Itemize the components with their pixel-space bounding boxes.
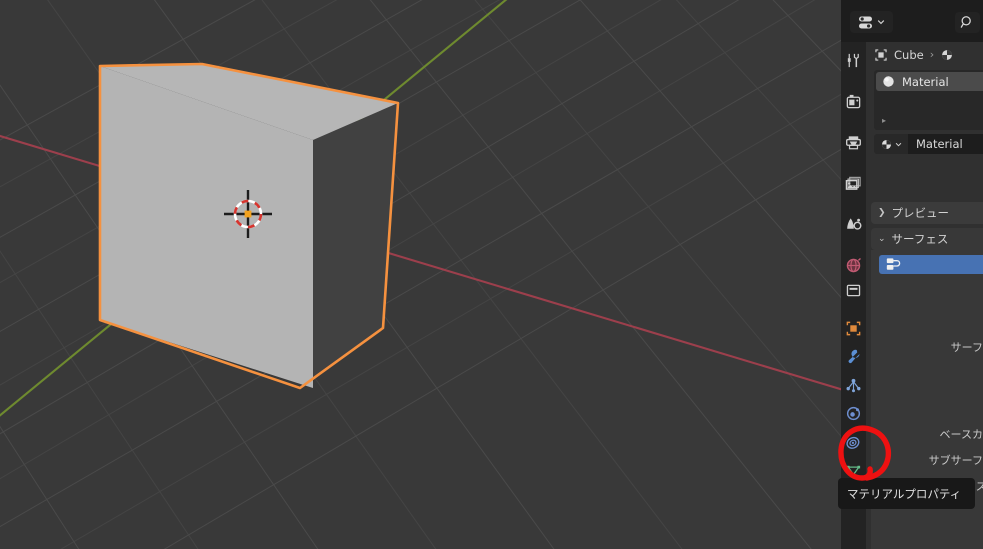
printer-icon <box>846 135 861 149</box>
tooltip-material-properties: マテリアルプロパティ <box>838 478 975 509</box>
chevron-down-icon: ⌄ <box>878 234 886 244</box>
modifier-tab[interactable] <box>841 342 866 370</box>
tool-icon <box>847 53 859 67</box>
properties-header <box>841 0 983 42</box>
label-subsurface: サブサーフェス <box>928 454 983 467</box>
label-surface: サーフェス <box>950 341 983 354</box>
material-sphere-icon <box>942 49 953 60</box>
object-constraints-tab[interactable] <box>841 428 866 456</box>
constraint-icon <box>846 436 860 449</box>
panel-label-preview: プレビュー <box>891 206 950 220</box>
camera-back-icon <box>846 94 861 108</box>
collection-box-icon <box>846 284 861 296</box>
images-stack-icon <box>845 176 861 190</box>
breadcrumb: Cube › <box>866 42 983 67</box>
object-tab[interactable] <box>841 314 866 342</box>
material-preview-icon <box>883 76 894 87</box>
material-datablock-selector[interactable] <box>874 134 908 154</box>
material-slot-list[interactable]: Material ▸ <box>874 70 983 130</box>
properties-body: Cube › Material ▸ Material ❯ プレビュー ⌄ サーフ… <box>866 42 983 549</box>
particles-icon <box>846 378 861 392</box>
editor-type-selector[interactable] <box>850 11 893 33</box>
scene-tab[interactable] <box>841 210 866 238</box>
render-tab[interactable] <box>841 87 866 115</box>
panel-label-surface: サーフェス <box>891 232 949 246</box>
material-slot-item[interactable]: Material <box>876 72 983 91</box>
mesh-data-icon <box>846 465 861 476</box>
material-slot-label: Material <box>902 74 949 89</box>
panel-header-surface[interactable]: ⌄ サーフェス <box>871 228 983 250</box>
view-layer-tab[interactable] <box>841 169 866 197</box>
editor-type-icon <box>859 16 872 28</box>
object-square-icon <box>846 321 861 335</box>
3d-viewport[interactable] <box>0 0 841 549</box>
material-sphere-icon <box>881 139 892 149</box>
collection-tab[interactable] <box>841 276 866 304</box>
chevron-down-icon <box>877 20 885 25</box>
breadcrumb-separator: › <box>929 48 935 61</box>
tool-tab[interactable] <box>841 46 866 74</box>
label-base-color: ベースカラー <box>939 428 983 441</box>
chevron-down-icon <box>895 142 902 146</box>
3d-cursor <box>224 190 272 238</box>
output-tab[interactable] <box>841 128 866 156</box>
properties-tab-strip <box>841 42 866 549</box>
slot-list-expand-arrow[interactable]: ▸ <box>882 116 886 125</box>
material-datablock-row: Material <box>874 134 983 154</box>
wrench-icon <box>848 349 860 363</box>
search-button[interactable] <box>955 12 980 33</box>
properties-editor: Cube › Material ▸ Material ❯ プレビュー ⌄ サーフ… <box>841 0 983 549</box>
breadcrumb-object-label[interactable]: Cube <box>894 48 924 62</box>
tooltip-text: マテリアルプロパティ <box>847 486 962 501</box>
search-icon <box>960 16 971 28</box>
physics-tab[interactable] <box>841 399 866 427</box>
panel-header-preview[interactable]: ❯ プレビュー <box>871 202 983 224</box>
material-name-field[interactable]: Material <box>908 134 983 154</box>
world-globe-icon <box>846 257 861 272</box>
world-tab[interactable] <box>841 251 866 279</box>
scene-cone-icon <box>847 217 862 230</box>
object-square-icon <box>875 48 887 61</box>
blender-window: Cube › Material ▸ Material ❯ プレビュー ⌄ サーフ… <box>0 0 983 549</box>
physics-orbit-icon <box>846 406 861 420</box>
surface-shader-selector[interactable] <box>879 255 983 274</box>
particles-tab[interactable] <box>841 371 866 399</box>
chevron-right-icon: ❯ <box>878 208 886 218</box>
node-link-icon <box>886 258 901 270</box>
